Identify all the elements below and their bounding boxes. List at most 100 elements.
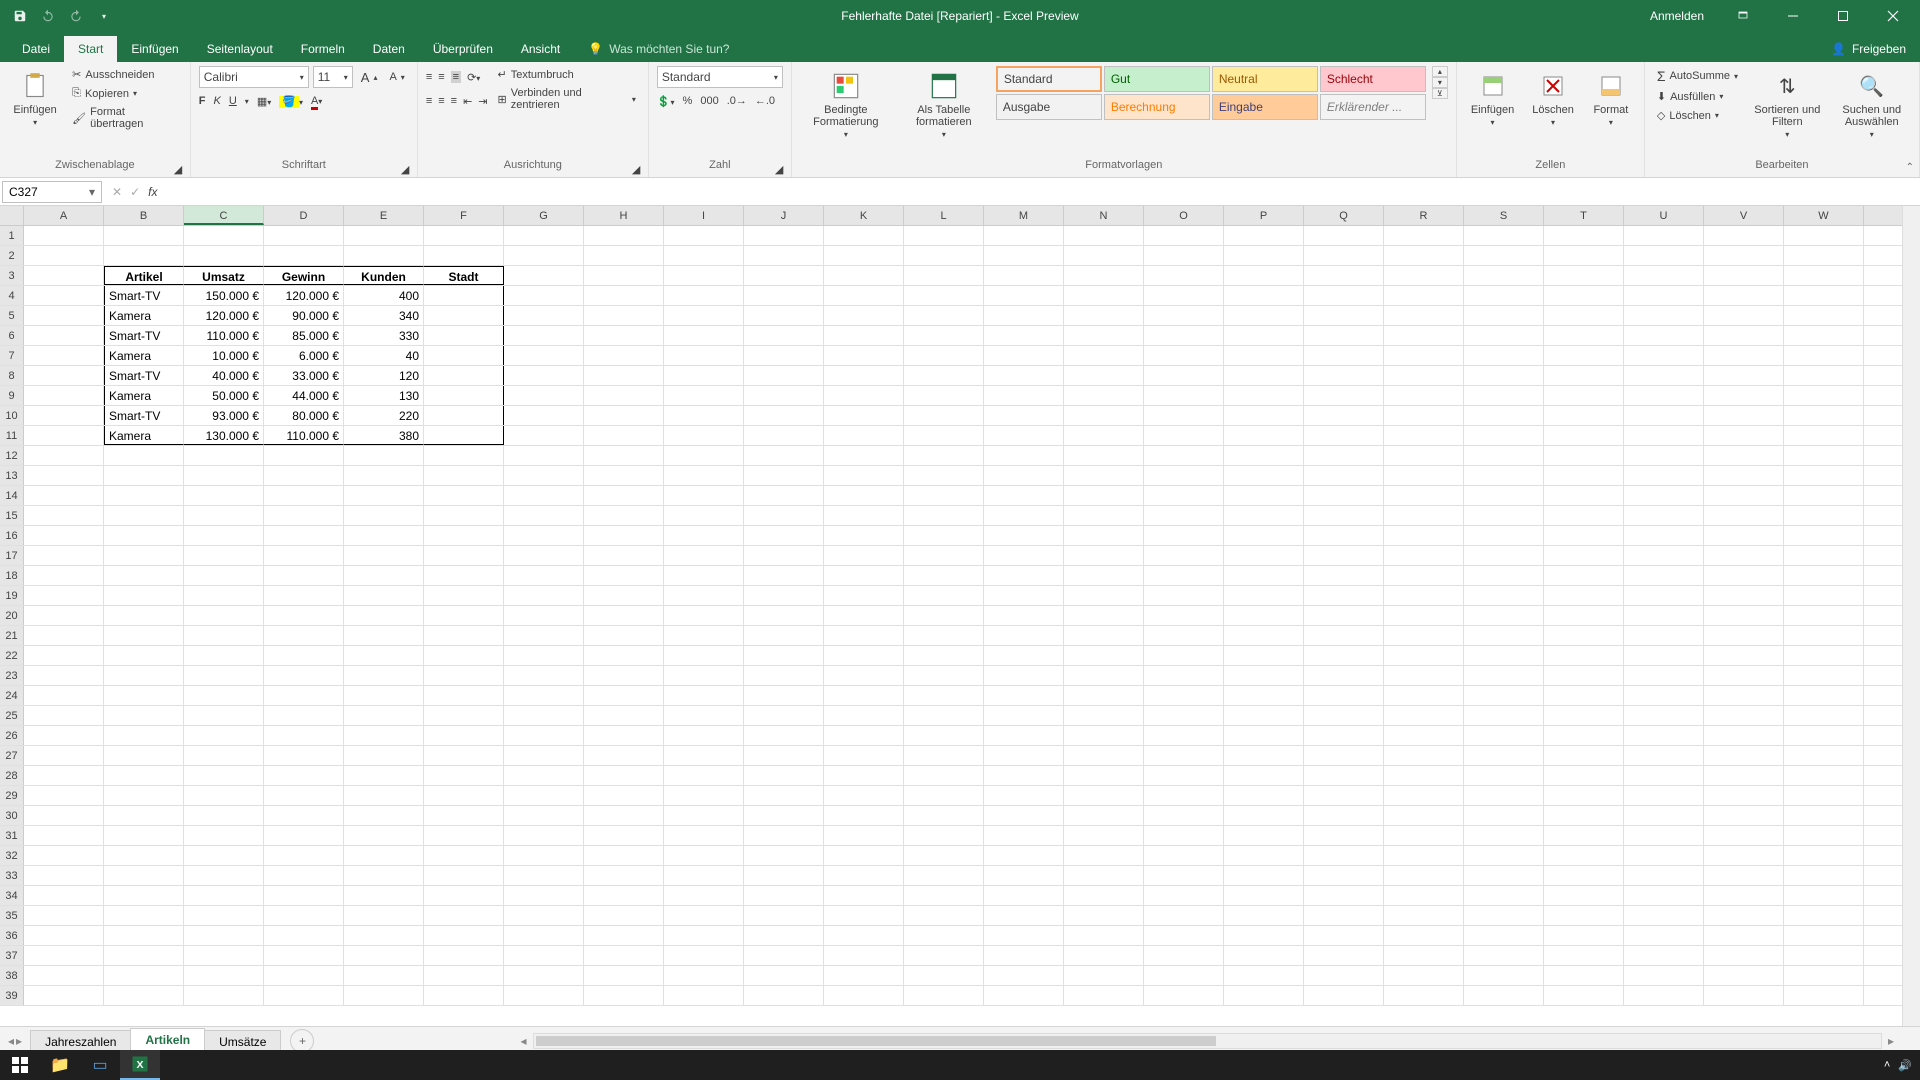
cell-W14[interactable] <box>1784 486 1864 505</box>
vertical-scrollbar[interactable] <box>1902 206 1920 1026</box>
cell-M7[interactable] <box>984 346 1064 365</box>
cell-B34[interactable] <box>104 886 184 905</box>
cell-B15[interactable] <box>104 506 184 525</box>
cell-O38[interactable] <box>1144 966 1224 985</box>
cell-S31[interactable] <box>1464 826 1544 845</box>
cell-U19[interactable] <box>1624 586 1704 605</box>
cell-D20[interactable] <box>264 606 344 625</box>
cell-V23[interactable] <box>1704 666 1784 685</box>
cell-S38[interactable] <box>1464 966 1544 985</box>
scrollbar-thumb[interactable] <box>536 1036 1216 1046</box>
cell-Q21[interactable] <box>1304 626 1384 645</box>
col-header-W[interactable]: W <box>1784 206 1864 225</box>
cell-W22[interactable] <box>1784 646 1864 665</box>
cell-V10[interactable] <box>1704 406 1784 425</box>
cell-J39[interactable] <box>744 986 824 1005</box>
cell-F39[interactable] <box>424 986 504 1005</box>
cell-Q29[interactable] <box>1304 786 1384 805</box>
cell-P22[interactable] <box>1224 646 1304 665</box>
cell-B24[interactable] <box>104 686 184 705</box>
row-header-27[interactable]: 27 <box>0 746 24 765</box>
cell-K36[interactable] <box>824 926 904 945</box>
cell-F23[interactable] <box>424 666 504 685</box>
cell-B27[interactable] <box>104 746 184 765</box>
cell-U29[interactable] <box>1624 786 1704 805</box>
cell-D26[interactable] <box>264 726 344 745</box>
cell-I17[interactable] <box>664 546 744 565</box>
cell-G29[interactable] <box>504 786 584 805</box>
cell-A6[interactable] <box>24 326 104 345</box>
col-header-N[interactable]: N <box>1064 206 1144 225</box>
cell-H8[interactable] <box>584 366 664 385</box>
cell-R2[interactable] <box>1384 246 1464 265</box>
align-right-button[interactable]: ≡ <box>451 95 457 107</box>
cell-Q39[interactable] <box>1304 986 1384 1005</box>
cell-V9[interactable] <box>1704 386 1784 405</box>
cell-T11[interactable] <box>1544 426 1624 445</box>
cell-U6[interactable] <box>1624 326 1704 345</box>
cell-F31[interactable] <box>424 826 504 845</box>
cell-W25[interactable] <box>1784 706 1864 725</box>
cell-D22[interactable] <box>264 646 344 665</box>
cell-C2[interactable] <box>184 246 264 265</box>
dialog-launcher-icon[interactable]: ◢ <box>401 163 413 175</box>
cell-R38[interactable] <box>1384 966 1464 985</box>
cell-L18[interactable] <box>904 566 984 585</box>
file-explorer-icon[interactable]: 📁 <box>40 1050 80 1080</box>
cell-N34[interactable] <box>1064 886 1144 905</box>
cell-D32[interactable] <box>264 846 344 865</box>
cell-F22[interactable] <box>424 646 504 665</box>
cell-U22[interactable] <box>1624 646 1704 665</box>
cell-T28[interactable] <box>1544 766 1624 785</box>
cell-Q9[interactable] <box>1304 386 1384 405</box>
cell-S35[interactable] <box>1464 906 1544 925</box>
cell-M18[interactable] <box>984 566 1064 585</box>
cell-A19[interactable] <box>24 586 104 605</box>
cell-N29[interactable] <box>1064 786 1144 805</box>
cell-W11[interactable] <box>1784 426 1864 445</box>
cell-W4[interactable] <box>1784 286 1864 305</box>
cell-E9[interactable]: 130 <box>344 386 424 405</box>
cell-J27[interactable] <box>744 746 824 765</box>
cell-U23[interactable] <box>1624 666 1704 685</box>
cell-W3[interactable] <box>1784 266 1864 285</box>
cell-N3[interactable] <box>1064 266 1144 285</box>
cell-O7[interactable] <box>1144 346 1224 365</box>
cell-H19[interactable] <box>584 586 664 605</box>
cell-I1[interactable] <box>664 226 744 245</box>
cell-T25[interactable] <box>1544 706 1624 725</box>
cell-O35[interactable] <box>1144 906 1224 925</box>
col-header-K[interactable]: K <box>824 206 904 225</box>
row-header-28[interactable]: 28 <box>0 766 24 785</box>
cell-R29[interactable] <box>1384 786 1464 805</box>
cell-M20[interactable] <box>984 606 1064 625</box>
cell-M33[interactable] <box>984 866 1064 885</box>
cell-S7[interactable] <box>1464 346 1544 365</box>
col-header-R[interactable]: R <box>1384 206 1464 225</box>
cell-E12[interactable] <box>344 446 424 465</box>
row-header-9[interactable]: 9 <box>0 386 24 405</box>
cell-B37[interactable] <box>104 946 184 965</box>
cell-K29[interactable] <box>824 786 904 805</box>
cell-W12[interactable] <box>1784 446 1864 465</box>
cell-T5[interactable] <box>1544 306 1624 325</box>
cell-E30[interactable] <box>344 806 424 825</box>
taskbar-app-icon[interactable]: ▭ <box>80 1050 120 1080</box>
cell-N21[interactable] <box>1064 626 1144 645</box>
cell-V33[interactable] <box>1704 866 1784 885</box>
cell-Q3[interactable] <box>1304 266 1384 285</box>
cell-V19[interactable] <box>1704 586 1784 605</box>
increase-font-button[interactable]: A▴ <box>357 68 382 87</box>
cell-R15[interactable] <box>1384 506 1464 525</box>
cell-D30[interactable] <box>264 806 344 825</box>
cell-K6[interactable] <box>824 326 904 345</box>
cell-M12[interactable] <box>984 446 1064 465</box>
cell-M24[interactable] <box>984 686 1064 705</box>
cell-O36[interactable] <box>1144 926 1224 945</box>
cell-I16[interactable] <box>664 526 744 545</box>
cell-A32[interactable] <box>24 846 104 865</box>
cell-N17[interactable] <box>1064 546 1144 565</box>
cell-B16[interactable] <box>104 526 184 545</box>
row-header-36[interactable]: 36 <box>0 926 24 945</box>
cell-F14[interactable] <box>424 486 504 505</box>
